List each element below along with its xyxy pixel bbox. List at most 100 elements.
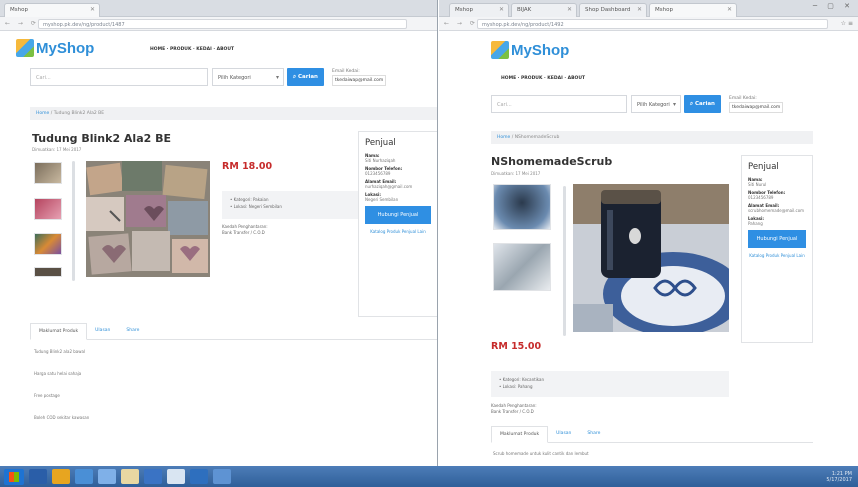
logo-mark-icon [491,41,509,59]
product-tabs: Maklumat Produk Ulasan Share [30,323,437,340]
thumbnail-2[interactable] [34,198,62,220]
window-controls[interactable]: ─ ▢ ✕ [813,2,854,10]
thumbnail-scrollbar[interactable] [563,186,566,336]
app-icon[interactable] [213,469,231,484]
tab-description[interactable]: Maklumat Produk [30,323,88,340]
browser-tab[interactable]: Mshop ✕ [649,3,737,17]
url-field[interactable]: myshop.pk.dev/ng/product/1487 [38,19,407,29]
top-nav[interactable]: HOME · PRODUK · KEDAI · ABOUT [501,76,585,81]
url-field[interactable]: myshop.pk.dev/ng/product/1492 [477,19,828,29]
close-icon[interactable]: ✕ [567,6,572,13]
breadcrumb-home[interactable]: Home [497,135,510,140]
thumbnail-1[interactable] [34,162,62,184]
description-line: Tudung Blink2 ala2 bawal [34,349,86,354]
tab-reviews[interactable]: Ulasan [87,323,118,339]
tab-title: Mshop [10,7,28,13]
description-line: Harga satu helai sahaja [34,371,82,376]
ie-icon[interactable] [29,469,47,484]
contact-seller-button[interactable]: Hubungi Penjual [365,206,431,224]
product-price: RM 15.00 [491,341,542,352]
product-price: RM 18.00 [222,161,273,172]
product-date: Dimuatkan: 17 Mei 2017 [491,171,541,176]
product-title: Tudung Blink2 Ala2 BE [32,132,172,145]
chrome-icon[interactable] [52,469,70,484]
product-photo-fabrics [86,161,210,277]
tab-strip: Mshop ✕ BIJAK ✕ Shop Dashboard ✕ Mshop ✕ ─ ▢… [439,0,858,17]
thumbnail-1[interactable] [493,184,551,230]
browser-tab[interactable]: Mshop ✕ [449,3,509,17]
contact-seller-button[interactable]: Hubungi Penjual [748,230,806,248]
close-icon[interactable]: ✕ [727,6,732,13]
breadcrumb-home[interactable]: Home [36,111,49,116]
search-button[interactable]: ⌕ Carian [684,95,721,113]
logo[interactable]: MyShop [16,39,94,57]
breadcrumb: Home / NShomemadeScrub [491,131,813,144]
browser-tab[interactable]: Mshop ✕ [4,3,100,17]
product-image[interactable] [573,184,729,332]
taskbar: 1:21 PM 5/17/2017 [0,466,858,487]
page-left: MyShop HOME · PRODUK · KEDAI · ABOUT Car… [0,31,437,466]
menu-icon[interactable]: ☆ ≡ [841,20,853,27]
seller-title: Penjual [748,162,779,172]
description-line: Scrub homemade untuk kulit cantik dan le… [493,451,589,456]
browser-tab[interactable]: Shop Dashboard ✕ [579,3,647,17]
media-icon[interactable] [98,469,116,484]
app-icon[interactable] [121,469,139,484]
start-button-icon[interactable] [4,468,24,485]
breadcrumb: Home / Tudung Blink2 Ala2 BE [30,107,437,120]
seller-catalog-link[interactable]: Katalog Produk Penjual Lain [365,229,431,235]
email-box: Email Kedai: tkedaiwap@mail.com [331,68,387,86]
product-date: Dimuatkan: 17 Mei 2017 [32,147,82,152]
product-photo-scrub-jar [573,184,729,332]
top-nav[interactable]: HOME · PRODUK · KEDAI · ABOUT [150,47,234,52]
seller-panel: Penjual Nama: Siti Nurhaziqah Nombor Tel… [358,131,437,317]
thumbnail-2[interactable] [493,243,551,291]
app-icon[interactable] [144,469,162,484]
chevron-down-icon: ▾ [275,74,279,81]
close-icon[interactable]: ✕ [90,6,95,13]
browser-window-left: Mshop ✕ ← → ⟳ myshop.pk.dev/ng/product/1… [0,0,438,466]
app-icon[interactable] [190,469,208,484]
app-icon[interactable] [167,469,185,484]
seller-panel: Penjual Nama: Siti Nurul Nombor Telefon:… [741,155,813,343]
logo[interactable]: MyShop [491,41,569,59]
search-row: Cari... Pilih Kategori ▾ ⌕ Carian Email … [491,95,784,113]
product-image[interactable] [86,161,210,277]
shipping-info: Kaedah Penghantaran: Bank Transfer / C.O… [491,403,537,414]
browser-window-right: Mshop ✕ BIJAK ✕ Shop Dashboard ✕ Mshop ✕ ─ ▢… [439,0,858,466]
seller-catalog-link[interactable]: Katalog Produk Penjual Lain [748,253,806,259]
description-line: Boleh COD sekitar kawasan [34,415,90,420]
tab-share[interactable]: Share [579,426,608,442]
close-icon[interactable]: ✕ [499,6,504,13]
folder-icon[interactable] [75,469,93,484]
search-input[interactable]: Cari... [491,95,627,113]
category-select[interactable]: Pilih Kategori ▾ [212,68,284,86]
search-input[interactable]: Cari... [30,68,208,86]
address-bar: ← → ⟳ myshop.pk.dev/ng/product/1492 ☆ ≡ [439,17,858,31]
page-right: MyShop HOME · PRODUK · KEDAI · ABOUT Car… [439,31,858,466]
browser-tab[interactable]: BIJAK ✕ [511,3,577,17]
nav-buttons[interactable]: ← → ⟳ [5,20,39,27]
thumbnail-scrollbar[interactable] [72,161,75,281]
product-info-box: • Kategori: Pakaian • Lokasi: Negeri Sem… [222,191,368,219]
tab-reviews[interactable]: Ulasan [548,426,579,442]
tab-description[interactable]: Maklumat Produk [491,426,549,443]
search-button[interactable]: ⌕ Carian [287,68,324,86]
product-info-box: • Kategori: Kecantikan • Lokasi: Pahang [491,371,729,397]
product-title: NShomemadeScrub [491,155,613,168]
email-box: Email Kedai: tkedaiwap@mail.com [728,95,784,113]
nav-buttons[interactable]: ← → ⟳ [444,20,478,27]
thumbnail-3[interactable] [34,233,62,255]
thumbnail-4[interactable] [34,267,62,277]
close-icon[interactable]: ✕ [637,6,642,13]
product-tabs: Maklumat Produk Ulasan Share [491,426,813,443]
address-bar: ← → ⟳ myshop.pk.dev/ng/product/1487 [0,17,437,31]
chevron-down-icon: ▾ [672,101,676,108]
seller-title: Penjual [365,138,396,148]
shipping-info: Kaedah Penghantaran: Bank Transfer / C.O… [222,224,268,235]
system-tray-clock[interactable]: 1:21 PM 5/17/2017 [826,471,852,483]
search-row: Cari... Pilih Kategori ▾ ⌕ Carian Email … [30,68,387,86]
category-select[interactable]: Pilih Kategori ▾ [631,95,681,113]
tab-strip: Mshop ✕ [0,0,437,17]
tab-share[interactable]: Share [118,323,147,339]
